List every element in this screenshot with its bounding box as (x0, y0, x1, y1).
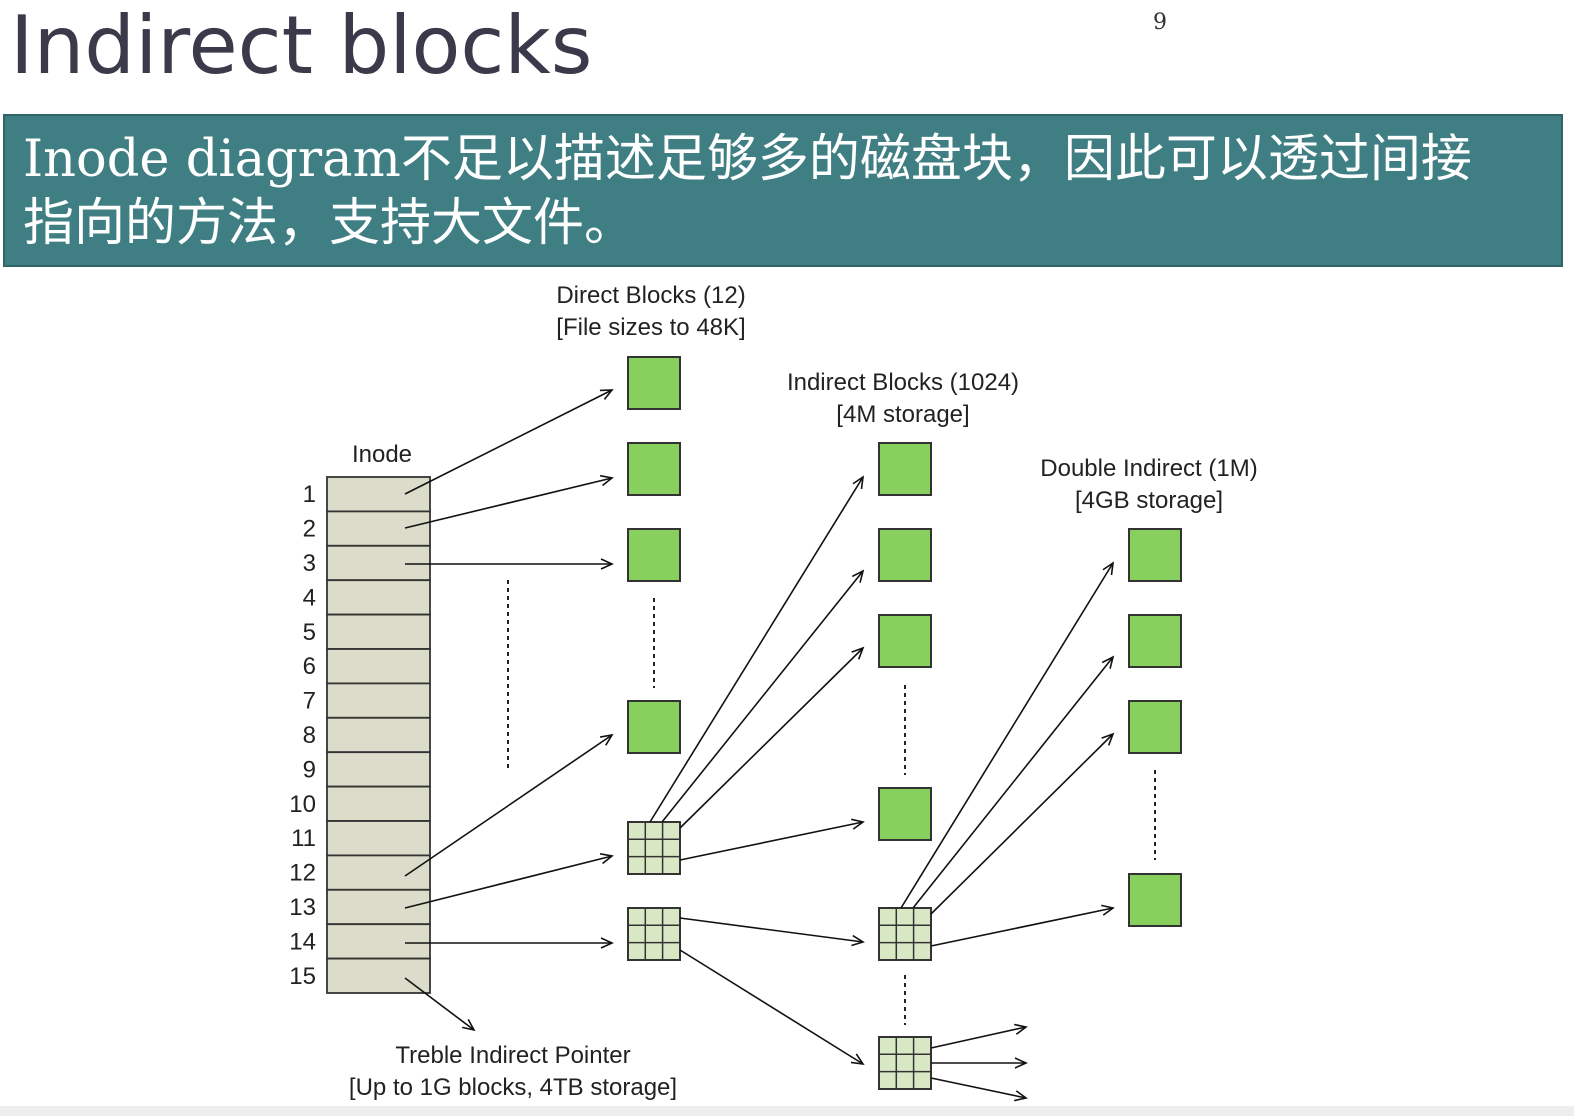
inode-slot (326, 751, 431, 788)
double-indirect-label: Double Indirect (1M) (1040, 455, 1257, 482)
direct-blocks-label: Direct Blocks (12) (556, 282, 745, 309)
inode-slot-number: 14 (289, 928, 316, 955)
inode-slot-number: 3 (303, 550, 316, 577)
indirect-blocks-sublabel: [4M storage] (836, 401, 969, 428)
inode-slot-number: 13 (289, 894, 316, 921)
indirect-data-block (878, 442, 932, 496)
inode-slot (326, 613, 431, 650)
inode-slot (326, 716, 431, 754)
double-indirect-last-index-block (878, 1036, 932, 1090)
double-indirect-index-block (627, 907, 681, 961)
inode-slot (326, 888, 431, 926)
description-banner: Inode diagram不足以描述足够多的磁盘块，因此可以透过间接 指向的方法… (3, 114, 1563, 267)
double-indirect-second-index-block (878, 907, 932, 961)
page-number: 9 (1153, 10, 1167, 35)
inode-slot-number: 2 (303, 516, 316, 543)
inode-slot (326, 544, 431, 582)
inode-slot (326, 854, 431, 891)
inode-slot-number: 9 (303, 756, 316, 783)
direct-block (627, 528, 681, 582)
inode-slot (326, 510, 431, 547)
inode-slot (326, 785, 431, 822)
indirect-blocks-label: Indirect Blocks (1024) (787, 369, 1019, 396)
banner-line-2: 指向的方法，支持大文件。 (23, 194, 636, 253)
direct-block (627, 356, 681, 410)
double-indirect-data-block (1128, 873, 1182, 927)
pointer-arrows (404, 389, 1115, 1102)
slide-title: Indirect blocks (10, 0, 593, 92)
indirect-data-block (878, 528, 932, 582)
inode-slot (326, 820, 431, 857)
inode-diagram: Direct Blocks (12) [File sizes to 48K] I… (289, 282, 1258, 1102)
indirect-data-block (878, 787, 932, 841)
inode-slot (326, 648, 431, 685)
single-indirect-index-block (627, 821, 681, 875)
direct-block (627, 700, 681, 754)
inode-slot-number: 11 (291, 825, 316, 852)
treble-indirect-label: Treble Indirect Pointer (395, 1042, 630, 1069)
inode-slot-number: 10 (289, 791, 316, 818)
inode-slot (326, 579, 431, 616)
inode-slot (326, 476, 431, 513)
inode-slot-number: 1 (303, 481, 316, 508)
double-indirect-data-block (1128, 614, 1182, 668)
inode-slot-number: 5 (303, 619, 316, 646)
inode-slot-number: 8 (303, 722, 316, 749)
double-indirect-data-block (1128, 528, 1182, 582)
direct-blocks-sublabel: [File sizes to 48K] (556, 314, 745, 341)
banner-line-1: Inode diagram不足以描述足够多的磁盘块，因此可以透过间接 (23, 130, 1472, 189)
slide-footer-bar (0, 1106, 1574, 1116)
double-indirect-sublabel: [4GB storage] (1075, 487, 1223, 514)
direct-block (627, 442, 681, 496)
inode-table: 123456789101112131415 (289, 476, 431, 994)
indirect-data-block (878, 614, 932, 668)
inode-label: Inode (352, 441, 412, 468)
double-indirect-data-block (1128, 700, 1182, 754)
inode-slot (326, 682, 431, 719)
inode-slot-number: 4 (303, 584, 316, 611)
inode-slot-number: 15 (289, 963, 316, 990)
inode-slot-number: 7 (303, 688, 316, 715)
inode-slot (326, 923, 431, 960)
inode-slot (326, 957, 431, 994)
treble-indirect-sublabel: [Up to 1G blocks, 4TB storage] (349, 1074, 677, 1101)
ellipsis-dots (507, 580, 1156, 1025)
inode-slot-number: 6 (303, 653, 316, 680)
inode-slot-number: 12 (289, 860, 316, 887)
